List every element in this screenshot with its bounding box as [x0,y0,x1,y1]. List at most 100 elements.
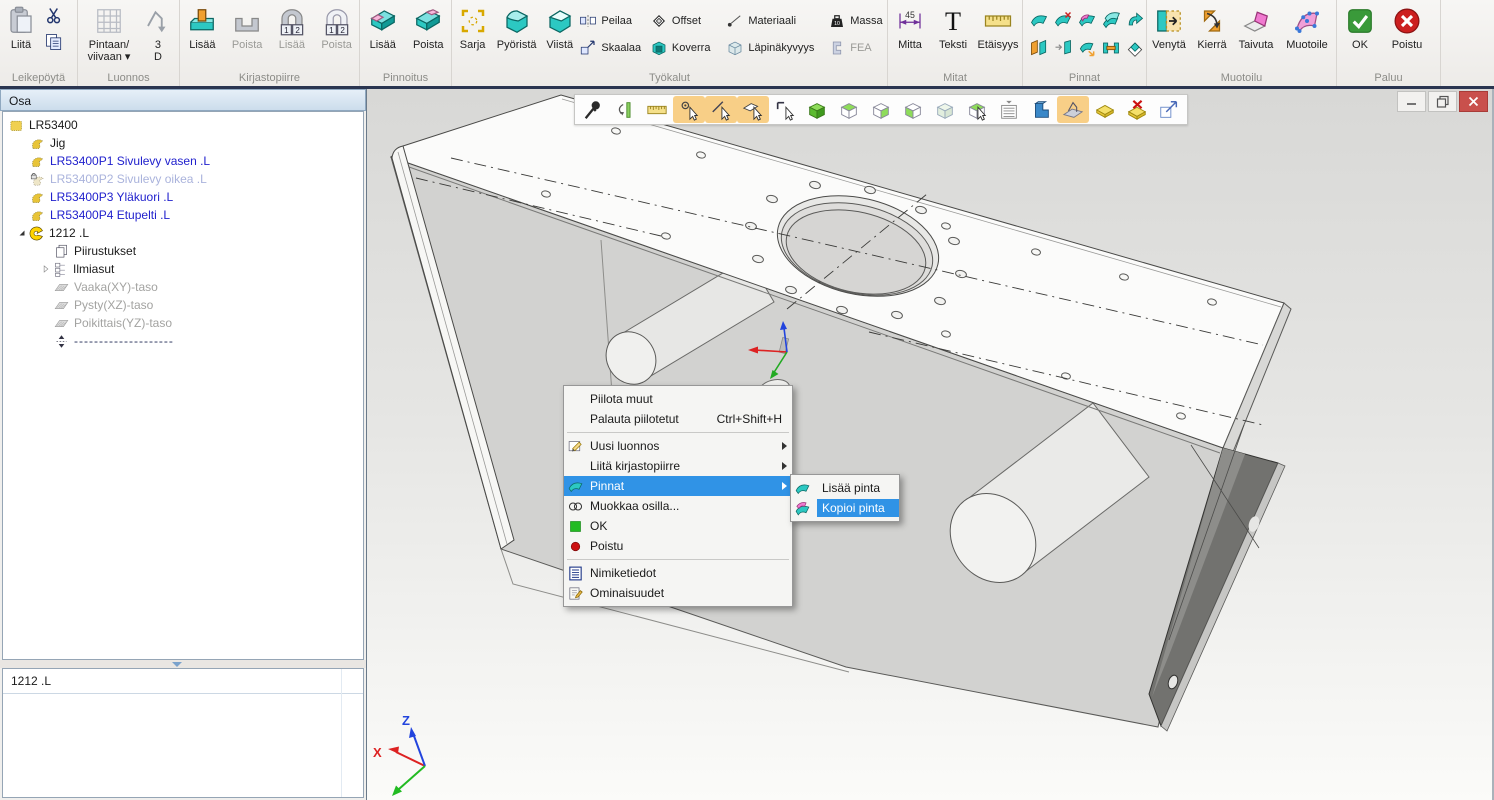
rotate-view-button[interactable] [609,96,641,123]
ribbon-button-lisaa[interactable]: 12Lisää [270,3,315,51]
menu-item-lisaa-pinta[interactable]: Lisää pinta [791,478,899,498]
minimize-button[interactable] [1397,91,1426,112]
viewport-toolbar [574,94,1188,125]
menu-item-palauta-piilotetut[interactable]: Palauta piilotetutCtrl+Shift+H [564,409,792,429]
ribbon-button-venyta[interactable]: Venytä [1147,3,1191,51]
tree-item-ilmiasut[interactable]: Ilmiasut [3,260,363,278]
view-shaded-top-button[interactable] [833,96,865,123]
ribbon-group-label: Pinnat [1023,72,1146,84]
ribbon-button-lisaa[interactable]: Lisää [360,3,406,51]
menu-item-poistu[interactable]: Poistu [564,536,792,556]
ribbon-button-surf-join[interactable] [1099,35,1123,61]
menu-item-ominaisuudet[interactable]: Ominaisuudet [564,583,792,603]
menu-item-nimiketiedot[interactable]: Nimiketiedot [564,563,792,583]
tree-item-lr53400p4-etupelti-l[interactable]: LR53400P4 Etupelti .L [3,206,363,224]
ribbon-button-offset[interactable]: Offset [650,7,726,34]
show-solid-button[interactable] [1025,96,1057,123]
3d-viewport[interactable]: X Z [366,89,1494,800]
viewport-axis-triad: X Z [373,713,425,796]
pin-button[interactable] [577,96,609,123]
tree-item-poikittais-yz-taso[interactable]: Poikittais(YZ)-taso [3,314,363,332]
ribbon-button-surf-bend[interactable] [1123,7,1147,33]
ribbon-button-surf-patch[interactable] [1075,7,1099,33]
ribbon-button-etaisyys[interactable]: Etäisyys [974,3,1022,51]
ribbon-button-poista[interactable]: Poista [225,3,270,51]
ribbon-button-fea[interactable]: FEA [828,34,887,61]
ribbon-button-poista[interactable]: 12Poista [314,3,359,51]
ribbon-button-surf-orange[interactable] [1027,35,1051,61]
ribbon-button-surf-copy2[interactable] [1099,7,1123,33]
ribbon-button-liita[interactable]: Liitä [0,3,42,51]
menu-item-kopioi-pinta[interactable]: Kopioi pinta [791,498,899,518]
select-feature-button[interactable] [769,96,801,123]
tree-item-lr53400p2-sivulevy-oikea-l[interactable]: LR53400P2 Sivulevy oikea .L [3,170,363,188]
tree-item-piirustukset[interactable]: Piirustukset [3,242,363,260]
view-translucent-button[interactable] [929,96,961,123]
sketch-plane-button[interactable] [1057,96,1089,123]
ribbon-button-poistu[interactable]: Poistu [1383,3,1431,51]
menu-item-liita-kirjastopiirre[interactable]: Liitä kirjastopiirre [564,456,792,476]
panel-splitter[interactable] [0,660,366,668]
tree-item-lr53400[interactable]: LR53400 [3,116,363,134]
ribbon-button-3-d[interactable]: 3D [140,3,176,63]
workplane-button[interactable] [1089,96,1121,123]
tree-item-[interactable]: -------------------- [3,332,363,350]
tree-item-pysty-xz-taso[interactable]: Pysty(XZ)-taso [3,296,363,314]
view-list-button[interactable] [993,96,1025,123]
menu-item-pinnat[interactable]: Pinnat [564,476,792,496]
ribbon-button-materiaali[interactable]: Materiaali [726,7,828,34]
ribbon-button-teksti[interactable]: TTeksti [932,3,974,51]
ribbon-group-tyokalut: SarjaPyöristäViistäPeilaaSkaalaaOffsetKo… [452,0,888,86]
workplane-delete-button[interactable] [1121,96,1153,123]
tree-expander-closed-icon[interactable] [41,264,51,274]
select-face-button[interactable] [737,96,769,123]
ribbon-button-pintaan-viivaan[interactable]: Pintaan/viivaan ▾ [78,3,140,63]
tree-item-label: Ilmiasut [73,262,114,276]
ribbon-button-skaalaa[interactable]: Skaalaa [579,34,650,61]
ribbon-button-ok[interactable]: OK [1337,3,1383,51]
export-view-button[interactable] [1153,96,1185,123]
measure-ruler-button[interactable] [641,96,673,123]
ribbon-button-massa[interactable]: 10Massa [828,7,887,34]
ribbon-button-surf-extend[interactable] [1051,35,1075,61]
menu-item-ok[interactable]: OK [564,516,792,536]
ribbon-button-peilaa[interactable]: Peilaa [579,7,650,34]
menu-item-muokkaa-osilla[interactable]: Muokkaa osilla... [564,496,792,516]
ribbon-button-kierra[interactable]: Kierrä [1191,3,1233,51]
ribbon-button-poista[interactable]: Poista [406,3,452,51]
tree-item-jig[interactable]: Jig [3,134,363,152]
3d-model-scene[interactable]: X Z [367,89,1494,800]
select-edge-button[interactable] [705,96,737,123]
view-face-left-button[interactable] [897,96,929,123]
tree-item-lr53400p1-sivulevy-vasen-l[interactable]: LR53400P1 Sivulevy vasen .L [3,152,363,170]
part-list-row[interactable]: 1212 .L [3,669,363,694]
tree-item-label: Piirustukset [74,244,136,258]
ribbon-button-copy[interactable] [42,29,66,55]
ribbon-button-taivuta[interactable]: Taivuta [1233,3,1279,51]
ribbon-button-surf-trim[interactable] [1075,35,1099,61]
ribbon-button-surf-offset[interactable] [1123,35,1147,61]
menu-item-uusi-luonnos[interactable]: Uusi luonnos [564,436,792,456]
ribbon-button-lisaa[interactable]: Lisää [180,3,225,51]
ribbon-button-viista[interactable]: Viistä [540,3,579,51]
menu-item-piilota-muut[interactable]: Piilota muut [564,389,792,409]
select-point-button[interactable] [673,96,705,123]
restore-button[interactable] [1428,91,1457,112]
view-shaded-button[interactable] [801,96,833,123]
select-solid-button[interactable] [961,96,993,123]
ribbon-button-scissors[interactable] [42,3,66,29]
ribbon-button-surf-new[interactable] [1027,7,1051,33]
tree-item-vaaka-xy-taso[interactable]: Vaaka(XY)-taso [3,278,363,296]
ribbon-button-lapinakyvyys[interactable]: Läpinäkyvyys [726,34,828,61]
view-face-right-button[interactable] [865,96,897,123]
ribbon-button-mitta[interactable]: 45Mitta [888,3,932,51]
ribbon-button-koverra[interactable]: Koverra [650,34,726,61]
ribbon-button-surf-delete[interactable] [1051,7,1075,33]
ribbon-button-pyorista[interactable]: Pyöristä [493,3,540,51]
ribbon-button-muotoile[interactable]: Muotoile [1279,3,1335,51]
tree-item-lr53400p3-ylakuori-l[interactable]: LR53400P3 Yläkuori .L [3,188,363,206]
tree-item-1212-l[interactable]: 1212 .L [3,224,363,242]
ribbon-button-sarja[interactable]: Sarja [452,3,493,51]
tree-expander-open-icon[interactable] [17,228,27,238]
close-button[interactable] [1459,91,1488,112]
